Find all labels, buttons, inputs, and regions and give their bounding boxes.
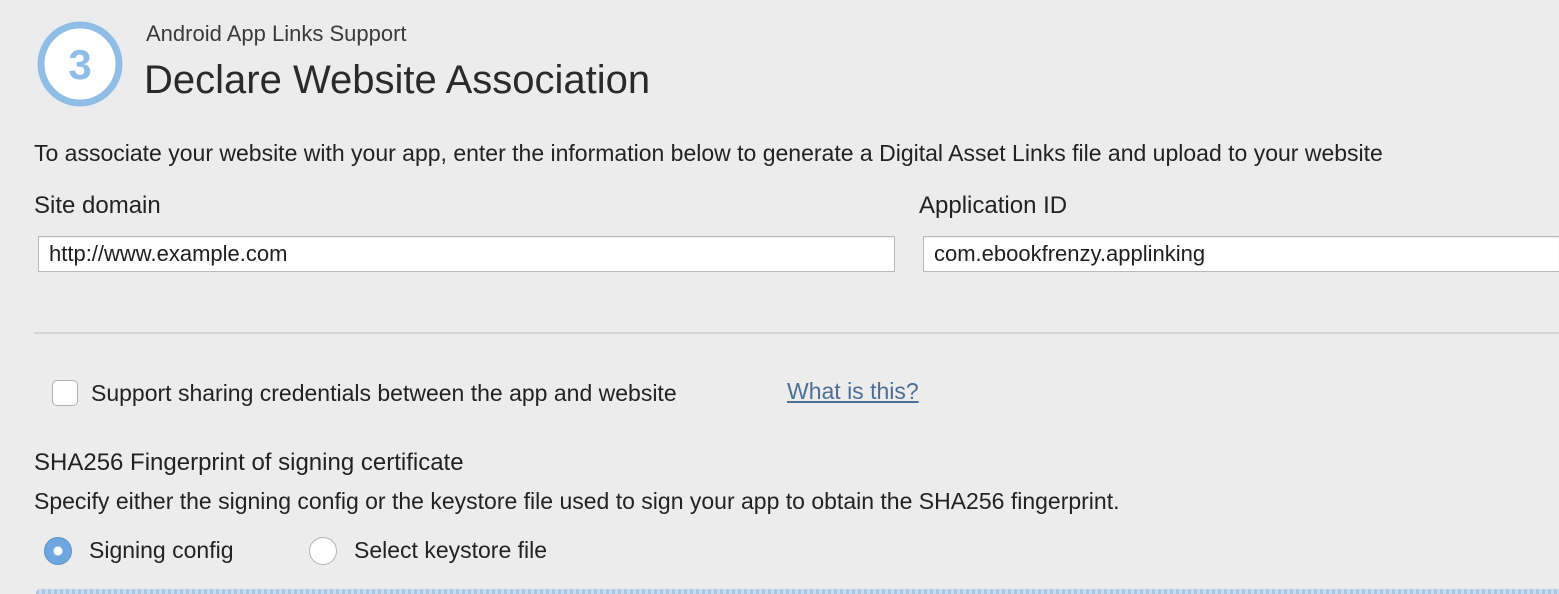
intro-text: To associate your website with your app,… (34, 140, 1383, 166)
fingerprint-description: Specify either the signing config or the… (34, 488, 1120, 514)
step-number: 3 (68, 41, 91, 88)
step-number-badge: 3 (36, 20, 124, 108)
share-credentials-label[interactable]: Support sharing credentials between the … (91, 380, 677, 407)
wizard-subtitle: Android App Links Support (146, 21, 407, 46)
signing-config-radio[interactable] (44, 537, 72, 565)
signing-config-label[interactable]: Signing config (89, 537, 234, 564)
application-id-label: Application ID (919, 192, 1068, 219)
select-keystore-radio[interactable] (309, 537, 337, 565)
fingerprint-section-title: SHA256 Fingerprint of signing certificat… (34, 449, 464, 476)
section-divider (34, 332, 1559, 334)
share-credentials-checkbox[interactable] (52, 380, 78, 406)
what-is-this-link[interactable]: What is this? (787, 378, 919, 405)
site-domain-input[interactable] (38, 236, 895, 272)
select-keystore-label[interactable]: Select keystore file (354, 537, 547, 564)
site-domain-label: Site domain (34, 192, 161, 219)
page-title: Declare Website Association (144, 58, 651, 102)
application-id-input[interactable] (923, 236, 1559, 272)
signing-config-panel-edge (36, 589, 1559, 594)
step-circle-icon: 3 (37, 21, 123, 107)
